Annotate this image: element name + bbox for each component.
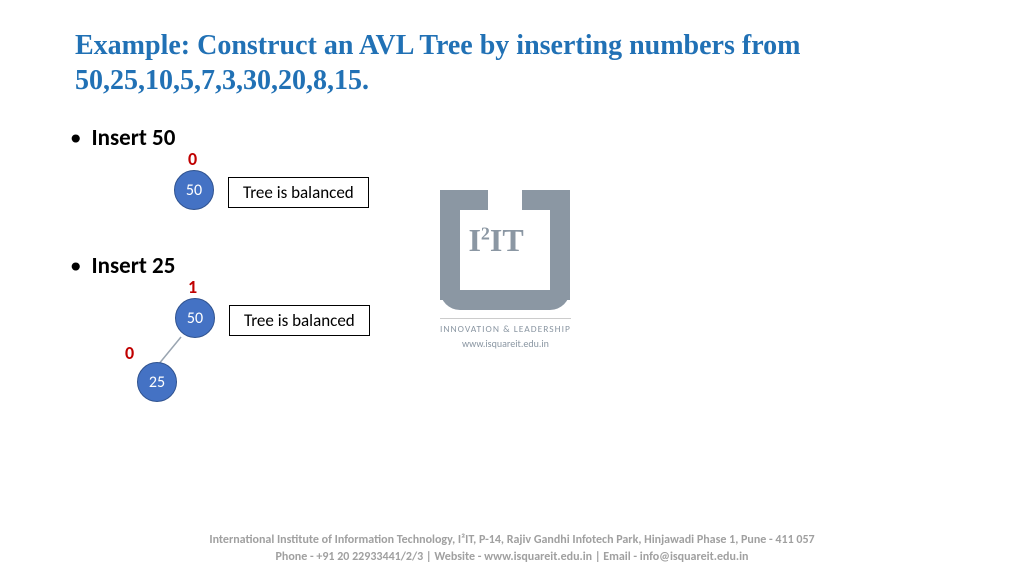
tree-node-50: 50 bbox=[174, 170, 214, 210]
balance-factor: 1 bbox=[188, 276, 197, 298]
logo-tagline: INNOVATION & LEADERSHIP bbox=[440, 318, 571, 335]
logo-url: www.isquareit.edu.in bbox=[440, 337, 571, 350]
tree-node-25: 25 bbox=[137, 362, 177, 402]
bullet-text: Insert 50 bbox=[91, 124, 175, 152]
status-box: Tree is balanced bbox=[229, 305, 370, 336]
logo-text: I2IT bbox=[468, 222, 523, 259]
slide-footer: International Institute of Information T… bbox=[0, 532, 1024, 566]
balance-factor: 0 bbox=[188, 148, 197, 170]
balance-factor: 0 bbox=[125, 342, 134, 364]
logo-shield-icon: I2IT bbox=[440, 190, 570, 310]
status-box: Tree is balanced bbox=[228, 177, 369, 208]
slide-title: Example: Construct an AVL Tree by insert… bbox=[0, 0, 1024, 98]
footer-line-1: International Institute of Information T… bbox=[0, 532, 1024, 549]
footer-line-2: Phone - +91 20 22933441/2/3 | Website - … bbox=[0, 549, 1024, 566]
institute-logo: I2IT INNOVATION & LEADERSHIP www.isquare… bbox=[440, 190, 571, 350]
bullet-insert-50: Insert 50 bbox=[70, 124, 954, 152]
tree-node-50: 50 bbox=[175, 298, 215, 338]
